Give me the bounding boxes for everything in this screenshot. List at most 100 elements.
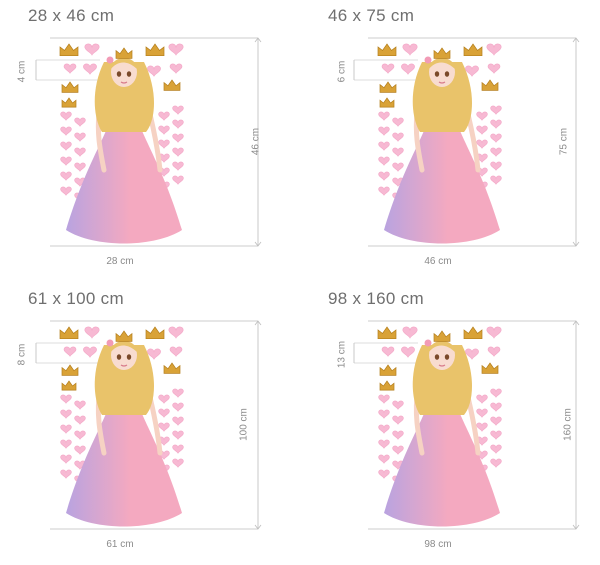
heart-icon <box>392 147 404 157</box>
crown-icon <box>433 330 451 342</box>
heart-icon <box>60 454 72 464</box>
heart-icon <box>490 458 502 468</box>
heart-icon <box>168 43 184 56</box>
princess-eye-right <box>126 71 132 77</box>
width-label: 46 cm <box>424 256 452 267</box>
heart-icon <box>147 65 161 77</box>
heart-icon <box>402 43 418 56</box>
heart-icon <box>378 439 390 449</box>
hair-flower-icon <box>424 56 432 64</box>
heart-icon <box>487 63 501 74</box>
heart-icon <box>378 141 390 151</box>
heart-icon <box>169 346 183 357</box>
crown-icon <box>61 364 79 376</box>
heart-icon <box>490 105 502 115</box>
heart-icon <box>158 394 170 404</box>
heart-icon <box>490 430 502 440</box>
crown-icon <box>163 79 181 91</box>
heart-icon <box>490 388 502 398</box>
heart-icon <box>63 63 77 74</box>
sticker-size-label: 4 cm <box>16 60 28 83</box>
crown-icon <box>377 326 397 340</box>
heart-icon <box>378 156 390 166</box>
heart-icon <box>60 156 72 166</box>
heart-icon <box>490 402 502 412</box>
heart-icon <box>392 132 404 142</box>
heart-icon <box>392 415 404 425</box>
sticker-size-label: 6 cm <box>336 60 348 83</box>
heart-icon <box>172 161 184 171</box>
sticker-size-label: 13 cm <box>336 340 348 369</box>
heart-icon <box>378 126 390 136</box>
heart-icon <box>476 408 488 418</box>
heart-icon <box>392 430 404 440</box>
heart-icon <box>476 111 488 121</box>
crown-icon <box>379 97 395 108</box>
crown-icon <box>481 79 499 91</box>
size-panel-3: 61 x 100 cm 61 cm 100 cm 8 cm <box>0 283 300 565</box>
heart-icon <box>490 119 502 129</box>
heart-icon <box>490 161 502 171</box>
princess-sticker-art <box>35 320 262 530</box>
heart-icon <box>172 119 184 129</box>
heart-icon <box>158 111 170 121</box>
crown-icon <box>463 43 483 57</box>
heart-icon <box>378 454 390 464</box>
heart-icon <box>476 125 488 135</box>
heart-icon <box>487 346 501 357</box>
heart-icon <box>60 469 72 479</box>
heart-icon <box>60 141 72 151</box>
princess-eye-right <box>126 354 132 360</box>
heart-icon <box>490 147 502 157</box>
heart-icon <box>172 416 184 426</box>
heart-icon <box>158 408 170 418</box>
crown-icon <box>59 43 79 57</box>
width-label: 28 cm <box>106 256 134 267</box>
heart-icon <box>378 469 390 479</box>
hair-flower-icon <box>424 339 432 347</box>
heart-icon <box>392 400 404 410</box>
crown-icon <box>379 364 397 376</box>
size-panel-2: 46 x 75 cm 46 cm 75 cm 6 cm <box>300 0 600 282</box>
width-label: 98 cm <box>424 539 452 550</box>
heart-icon <box>490 133 502 143</box>
crown-icon <box>433 47 451 59</box>
princess-sticker-art <box>353 37 580 247</box>
heart-icon <box>172 388 184 398</box>
crown-icon <box>481 362 499 374</box>
crown-icon <box>59 326 79 340</box>
heart-icon <box>392 117 404 127</box>
heart-icon <box>378 111 390 121</box>
heart-icon <box>378 186 390 196</box>
height-label: 46 cm <box>250 127 262 156</box>
heart-icon <box>476 422 488 432</box>
heart-icon <box>381 63 395 74</box>
heart-icon <box>476 139 488 149</box>
heart-icon <box>74 430 86 440</box>
width-label: 61 cm <box>106 539 134 550</box>
heart-icon <box>84 326 100 339</box>
heart-icon <box>172 458 184 468</box>
heart-icon <box>63 346 77 357</box>
crown-icon <box>61 380 77 391</box>
heart-icon <box>60 111 72 121</box>
heart-icon <box>158 139 170 149</box>
heart-icon <box>401 346 415 358</box>
heart-icon <box>147 348 161 360</box>
crown-icon <box>61 81 79 93</box>
crown-icon <box>115 330 133 342</box>
crown-icon <box>145 326 165 340</box>
size-panel-4: 98 x 160 cm 98 cm 160 cm 13 cm <box>300 283 600 565</box>
crown-icon <box>379 380 395 391</box>
crown-icon <box>379 81 397 93</box>
heart-icon <box>172 175 184 185</box>
heart-icon <box>74 445 86 455</box>
heart-icon <box>465 348 479 360</box>
hair-flower-icon <box>106 56 114 64</box>
height-label: 75 cm <box>558 127 570 156</box>
heart-icon <box>60 126 72 136</box>
heart-icon <box>490 444 502 454</box>
height-label: 160 cm <box>562 408 574 441</box>
heart-icon <box>172 147 184 157</box>
heart-icon <box>158 422 170 432</box>
